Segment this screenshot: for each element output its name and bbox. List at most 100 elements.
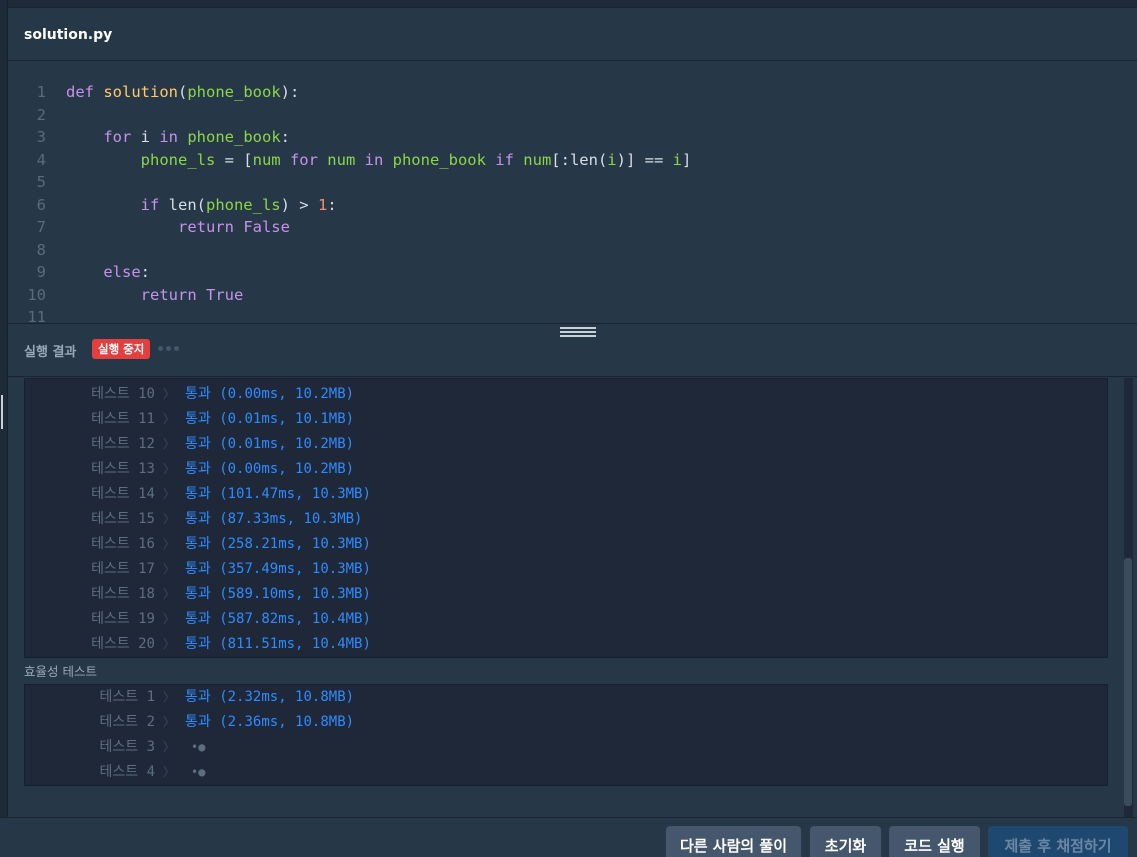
- code-token: i: [672, 150, 682, 169]
- code-text: return False: [66, 216, 290, 238]
- chevron-right-icon: 〉: [163, 537, 176, 551]
- code-token: :: [140, 263, 150, 281]
- results-scrollbar-thumb[interactable]: [1124, 558, 1132, 806]
- code-token: ) >: [280, 195, 318, 214]
- test-row: 테스트 15 〉 통과 (87.33ms, 10.3MB): [25, 507, 1107, 532]
- code-token: (: [177, 83, 188, 101]
- code-text: if len(phone_ls) > 1:: [66, 194, 337, 216]
- code-line[interactable]: 10 return True: [8, 284, 1137, 306]
- test-label: 테스트 10: [91, 386, 155, 402]
- chevron-right-icon: 〉: [163, 562, 176, 576]
- code-token: 1: [317, 195, 328, 214]
- footer-toolbar: 다른 사람의 풀이 초기화 코드 실행 제출 후 채점하기: [0, 817, 1137, 857]
- code-token: False: [243, 218, 290, 236]
- code-editor[interactable]: 1 def solution(phone_book): 2 3 for i in ph…: [8, 62, 1137, 323]
- stop-run-button[interactable]: 실행 중지: [92, 339, 151, 359]
- other-solutions-button[interactable]: 다른 사람의 풀이: [666, 826, 801, 857]
- chevron-right-icon: 〉: [163, 412, 176, 426]
- code-token: for: [103, 128, 141, 146]
- code-token: )] ==: [616, 150, 673, 169]
- code-line[interactable]: 9 else:: [8, 261, 1137, 283]
- code-token: if: [495, 150, 524, 169]
- code-line[interactable]: 7 return False: [8, 216, 1137, 238]
- chevron-right-icon: 〉: [163, 715, 176, 729]
- code-token: def: [66, 83, 104, 101]
- line-number: 11: [27, 308, 46, 323]
- code-line[interactable]: 6 if len(phone_ls) > 1:: [8, 194, 1137, 216]
- run-code-button[interactable]: 코드 실행: [889, 826, 980, 857]
- code-line[interactable]: 2: [8, 104, 1137, 126]
- code-text: return True: [66, 284, 244, 306]
- test-result: 통과 (0.00ms, 10.2MB): [185, 386, 355, 402]
- line-number: 1: [36, 83, 46, 101]
- test-row: 테스트 1 〉 통과 (2.32ms, 10.8MB): [25, 685, 1107, 710]
- resize-grip-icon[interactable]: [560, 327, 596, 337]
- efficiency-test-list: 테스트 1 〉 통과 (2.32ms, 10.8MB) 테스트 2 〉 통과 (2.36m…: [24, 684, 1108, 786]
- submit-button[interactable]: 제출 후 채점하기: [988, 826, 1128, 857]
- test-label: 테스트 20: [91, 636, 155, 652]
- panel-resize-handle[interactable]: [1, 395, 3, 429]
- test-row: 테스트 20 〉 통과 (811.51ms, 10.4MB): [25, 632, 1107, 657]
- test-label: 테스트 16: [91, 536, 155, 552]
- test-result: 통과 (357.49ms, 10.3MB): [185, 561, 371, 577]
- code-token: num: [252, 150, 290, 169]
- test-row: 테스트 4 〉 •●: [25, 760, 1107, 785]
- test-result: 통과 (0.01ms, 10.1MB): [185, 411, 355, 427]
- line-number: 4: [36, 150, 46, 169]
- code-text: for i in phone_book:: [66, 126, 290, 148]
- top-strip: [8, 0, 1137, 8]
- loading-dot: [158, 346, 163, 351]
- test-label: 테스트 4: [99, 764, 156, 780]
- code-token: phone_book: [187, 128, 281, 146]
- code-token: :: [327, 195, 337, 214]
- test-label: 테스트 2: [99, 714, 156, 730]
- test-row: 테스트 10 〉 통과 (0.00ms, 10.2MB): [25, 382, 1107, 407]
- code-token: for: [289, 150, 328, 169]
- code-token: True: [205, 285, 244, 304]
- chevron-right-icon: 〉: [163, 437, 176, 451]
- loading-dot: [174, 346, 179, 351]
- code-line[interactable]: 11: [8, 306, 1137, 323]
- chevron-right-icon: 〉: [163, 637, 176, 651]
- code-token: = [: [215, 150, 253, 169]
- chevron-right-icon: 〉: [163, 587, 176, 601]
- test-label: 테스트 17: [91, 561, 155, 577]
- code-text: phone_ls = [num for num in phone_book if…: [66, 149, 692, 171]
- code-token: i: [140, 128, 160, 146]
- test-row: 테스트 2 〉 통과 (2.36ms, 10.8MB): [25, 710, 1107, 735]
- test-row: 테스트 12 〉 통과 (0.01ms, 10.2MB): [25, 432, 1107, 457]
- test-result: 통과 (87.33ms, 10.3MB): [185, 511, 363, 527]
- test-label: 테스트 12: [91, 436, 155, 452]
- code-token: num: [523, 150, 552, 169]
- chevron-right-icon: 〉: [163, 462, 176, 476]
- code-token: if: [140, 195, 169, 214]
- test-row: 테스트 18 〉 통과 (589.10ms, 10.3MB): [25, 582, 1107, 607]
- test-row: 테스트 3 〉 •●: [25, 735, 1107, 760]
- line-number: 7: [36, 218, 46, 236]
- pending-icon: •●: [191, 765, 206, 779]
- code-line[interactable]: 1 def solution(phone_book):: [8, 81, 1137, 103]
- test-label: 테스트 14: [91, 486, 155, 502]
- test-result: 통과 (0.01ms, 10.2MB): [185, 436, 355, 452]
- code-token: phone_ls: [140, 150, 216, 169]
- results-panel: 테스트 10 〉 통과 (0.00ms, 10.2MB) 테스트 11 〉 통과 (0.0…: [8, 378, 1137, 817]
- test-result: 통과 (0.00ms, 10.2MB): [185, 461, 355, 477]
- test-result: 통과 (101.47ms, 10.3MB): [185, 486, 371, 502]
- test-label: 테스트 19: [91, 611, 155, 627]
- reset-button[interactable]: 초기화: [810, 826, 881, 857]
- code-token: len(: [168, 195, 206, 214]
- chevron-right-icon: 〉: [163, 387, 176, 401]
- efficiency-test-title: 효율성 테스트: [24, 664, 97, 679]
- code-line[interactable]: 8: [8, 239, 1137, 261]
- test-label: 테스트 18: [91, 586, 155, 602]
- code-line[interactable]: 4 phone_ls = [num for num in phone_book …: [8, 149, 1137, 171]
- code-line[interactable]: 5: [8, 171, 1137, 193]
- code-line[interactable]: 3 for i in phone_book:: [8, 126, 1137, 148]
- file-name: solution.py: [24, 27, 113, 43]
- code-token: in: [364, 150, 393, 169]
